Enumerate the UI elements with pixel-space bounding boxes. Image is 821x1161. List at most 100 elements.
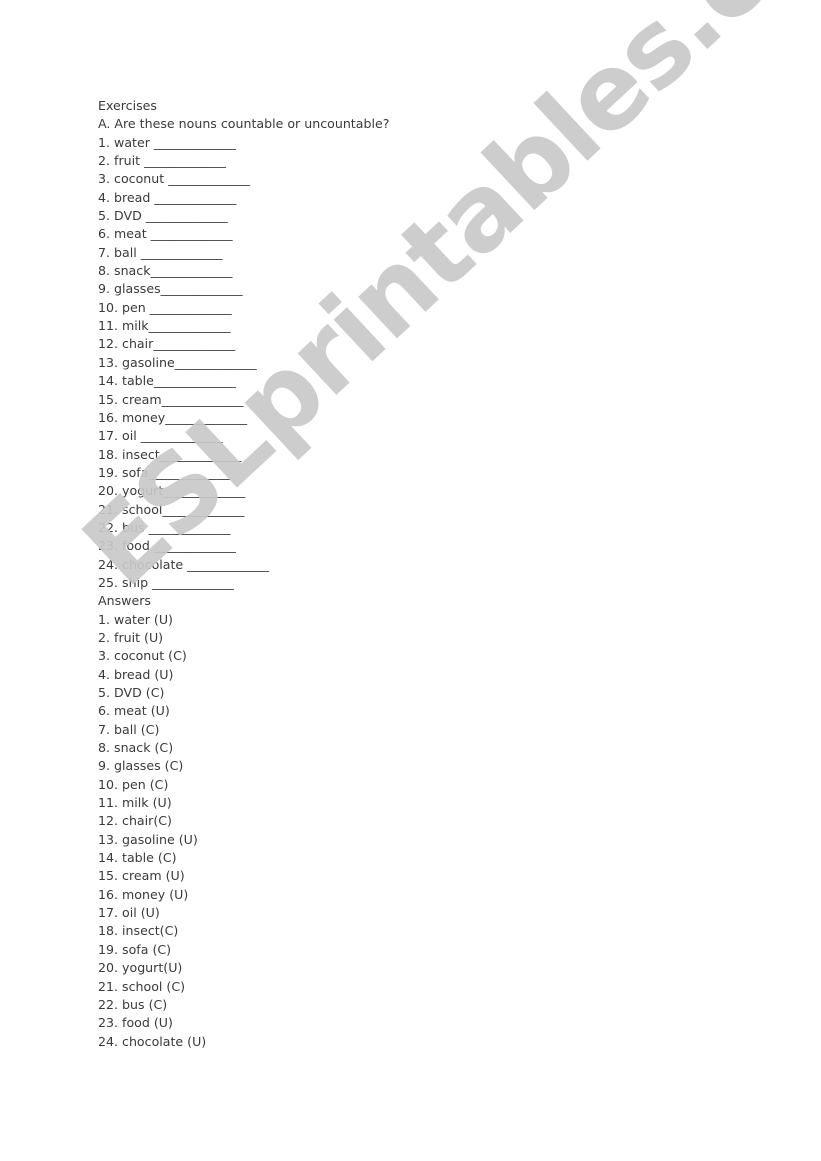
exercise-item-text: 18. insect — [98, 446, 160, 462]
exercise-item-text: 15. cream — [98, 391, 162, 407]
answer-blank[interactable]: _____________ — [162, 502, 244, 517]
exercise-list: 1. water _____________ 2. fruit _________… — [98, 134, 389, 593]
exercise-item-text: 5. DVD — [98, 208, 146, 224]
exercise-item-text: 19. sofa — [98, 464, 149, 480]
exercise-item: 10. pen _____________ — [98, 299, 389, 317]
answer-item: 14. table (C) — [98, 850, 177, 866]
exercise-item-text: 6. meat — [98, 226, 151, 242]
exercise-item-text: 10. pen — [98, 299, 150, 315]
answer-item: 8. snack (C) — [98, 740, 174, 756]
answer-blank[interactable]: _____________ — [154, 538, 236, 553]
exercise-item: 21. school_____________ — [98, 501, 389, 519]
answer-blank[interactable]: _____________ — [144, 153, 226, 168]
exercise-item: 11. milk_____________ — [98, 317, 389, 335]
answer-blank[interactable]: _____________ — [153, 336, 235, 351]
answer-item: 7. ball (C) — [98, 721, 160, 737]
exercise-item-text: 20. yogurt — [98, 483, 164, 499]
worksheet-content: Exercises A. Are these nouns countable o… — [98, 97, 389, 1051]
answer-blank[interactable]: _____________ — [146, 208, 228, 223]
exercise-item: 5. DVD _____________ — [98, 207, 389, 225]
answer-item: 9. glasses (C) — [98, 758, 184, 774]
exercise-item: 20. yogurt_____________ — [98, 482, 389, 500]
answer-blank[interactable]: _____________ — [165, 410, 247, 425]
answer-blank[interactable]: _____________ — [141, 428, 223, 443]
answer-item: 5. DVD (C) — [98, 685, 165, 700]
answer-blank[interactable]: _____________ — [151, 263, 233, 278]
answer-item: 17. oil (U) — [98, 905, 160, 921]
exercise-item-text: 7. ball — [98, 244, 141, 260]
exercise-item-text: 4. bread — [98, 189, 155, 205]
exercise-item: 14. table_____________ — [98, 372, 389, 390]
answer-blank[interactable]: _____________ — [141, 245, 223, 260]
answer-item: 11. milk (U) — [98, 795, 172, 811]
answer-item: 6. meat (U) — [98, 703, 170, 719]
exercise-item: 4. bread _____________ — [98, 189, 389, 207]
exercise-item: 16. money_____________ — [98, 409, 389, 427]
answer-blank[interactable]: _____________ — [160, 447, 242, 462]
answer-item: 19. sofa (C) — [98, 941, 172, 957]
exercise-item: 22. bus _____________ — [98, 519, 389, 537]
answer-blank[interactable]: _____________ — [154, 135, 236, 150]
exercise-item: 18. insect_____________ — [98, 446, 389, 464]
exercise-item: 1. water _____________ — [98, 134, 389, 152]
exercise-item-text: 1. water — [98, 134, 154, 150]
exercise-item-text: 25. ship — [98, 574, 153, 590]
answer-blank[interactable]: _____________ — [149, 520, 231, 535]
exercise-item-text: 2. fruit — [98, 153, 145, 169]
answer-blank[interactable]: _____________ — [175, 355, 257, 370]
answer-item: 15. cream (U) — [98, 868, 185, 884]
exercise-item-text: 11. milk — [98, 318, 149, 334]
answer-item: 12. chair(C) — [98, 813, 172, 829]
exercise-item: 8. snack_____________ — [98, 262, 389, 280]
answer-item: 21. school (C) — [98, 978, 186, 994]
answer-blank[interactable]: _____________ — [154, 190, 236, 205]
exercise-item-text: 17. oil — [98, 428, 141, 444]
exercise-item-text: 22. bus — [98, 519, 149, 535]
answer-blank[interactable]: _____________ — [151, 226, 233, 241]
exercise-item-text: 14. table — [98, 373, 154, 389]
answer-blank[interactable]: _____________ — [150, 300, 232, 315]
exercise-item-text: 3. coconut — [98, 171, 169, 187]
exercise-item-text: 24. chocolate — [98, 556, 188, 572]
exercise-item-text: 12. chair — [98, 336, 154, 352]
answer-item: 4. bread (U) — [98, 666, 174, 682]
answer-item: 16. money (U) — [98, 886, 189, 902]
worksheet-page: Exercises A. Are these nouns countable o… — [0, 0, 821, 1161]
exercise-item: 25. ship _____________ — [98, 574, 389, 592]
exercise-item-text: 23. food — [98, 538, 154, 554]
exercise-item: 3. coconut _____________ — [98, 170, 389, 188]
exercise-instruction: A. Are these nouns countable or uncounta… — [98, 116, 390, 132]
exercise-item: 9. glasses_____________ — [98, 280, 389, 298]
answer-item: 20. yogurt(U) — [98, 960, 183, 976]
exercise-item: 2. fruit _____________ — [98, 152, 389, 170]
answer-blank[interactable]: _____________ — [152, 575, 234, 590]
answer-item: 23. food (U) — [98, 1015, 173, 1031]
answer-blank[interactable]: _____________ — [148, 465, 230, 480]
exercise-item-text: 8. snack — [98, 263, 151, 279]
answers-heading: Answers — [98, 593, 151, 609]
answer-item: 1. water (U) — [98, 611, 173, 627]
answer-item: 3. coconut (C) — [98, 648, 187, 664]
answer-item: 18. insect(C) — [98, 923, 179, 939]
answer-list: 1. water (U) 2. fruit (U) 3. coconut (C) 4.… — [98, 611, 389, 1051]
answer-item: 24. chocolate (U) — [98, 1033, 207, 1049]
exercise-item: 17. oil _____________ — [98, 427, 389, 445]
answer-item: 2. fruit (U) — [98, 629, 164, 645]
worksheet-heading: Exercises — [98, 98, 157, 113]
answer-item: 10. pen (C) — [98, 776, 169, 792]
answer-blank[interactable]: _____________ — [187, 557, 269, 572]
answer-blank[interactable]: _____________ — [149, 318, 231, 333]
answer-blank[interactable]: _____________ — [162, 392, 244, 407]
answer-blank[interactable]: _____________ — [168, 171, 250, 186]
exercise-item: 7. ball _____________ — [98, 244, 389, 262]
answer-blank[interactable]: _____________ — [163, 483, 245, 498]
exercise-item: 13. gasoline_____________ — [98, 354, 389, 372]
exercise-item-text: 16. money — [98, 409, 166, 425]
answer-blank[interactable]: _____________ — [161, 281, 243, 296]
answer-blank[interactable]: _____________ — [154, 373, 236, 388]
answer-item: 13. gasoline (U) — [98, 831, 198, 847]
exercise-item-text: 9. glasses — [98, 281, 161, 297]
exercise-item: 24. chocolate _____________ — [98, 556, 389, 574]
answer-item: 22. bus (C) — [98, 996, 168, 1012]
exercise-item: 23. food _____________ — [98, 537, 389, 555]
